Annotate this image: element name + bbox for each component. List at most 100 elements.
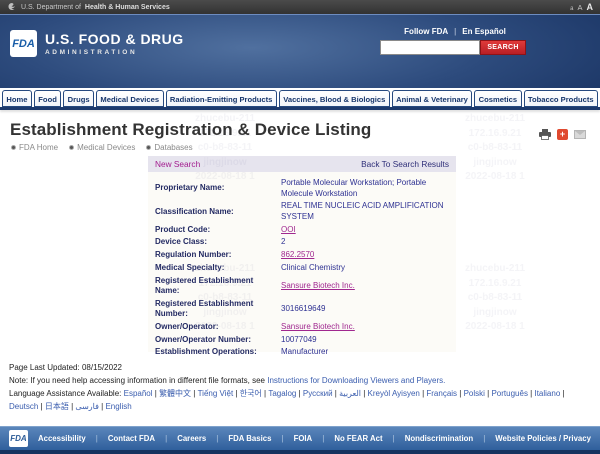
footer-link[interactable]: Website Policies / Privacy (495, 434, 591, 443)
header-search-button[interactable]: SEARCH (480, 40, 526, 55)
table-row: Classification Name:REAL TIME NUCLEIC AC… (155, 200, 449, 223)
field-value-link[interactable]: Sansure Biotech Inc. (281, 322, 355, 331)
field-label: Registered Establishment Name: (155, 274, 281, 297)
field-value: Clinical Chemistry (281, 262, 449, 275)
nav-tab-animal-veterinary[interactable]: Animal & Veterinary (392, 90, 473, 107)
page-last-updated: Page Last Updated: 08/15/2022 (9, 362, 593, 375)
language-link[interactable]: English (105, 402, 131, 411)
footer-link[interactable]: Careers (177, 434, 206, 443)
breadcrumb-label: Databases (154, 143, 192, 152)
primary-nav: HomeFoodDrugsMedical DevicesRadiation-Em… (0, 88, 600, 110)
breadcrumb-label: Medical Devices (77, 143, 135, 152)
nav-tab-vaccines-blood-biologics[interactable]: Vaccines, Blood & Biologics (279, 90, 390, 107)
nav-tab-drugs[interactable]: Drugs (63, 90, 94, 107)
footer-strip (0, 450, 600, 454)
hhs-dept-name: Health & Human Services (85, 4, 170, 11)
footer-link[interactable]: FDA Basics (228, 434, 271, 443)
language-link[interactable]: Tiếng Việt (198, 389, 234, 398)
header-search-input[interactable] (380, 40, 480, 55)
nav-tab-radiation-emitting-products[interactable]: Radiation-Emitting Products (166, 90, 277, 107)
table-row: Proprietary Name:Portable Molecular Work… (155, 177, 449, 200)
footer-fda-logo[interactable]: FDA (9, 430, 28, 447)
footer-link[interactable]: Accessibility (38, 434, 86, 443)
language-link[interactable]: Tagalog (268, 389, 296, 398)
language-link[interactable]: Kreyòl Ayisyen (368, 389, 420, 398)
field-label: Regulation Number: (155, 249, 281, 262)
language-link[interactable]: Italiano (534, 389, 560, 398)
footer-link[interactable]: No FEAR Act (334, 434, 382, 443)
language-link[interactable]: Français (426, 389, 457, 398)
table-row: Registered Establishment Number:30166196… (155, 298, 449, 321)
table-row: Medical Specialty:Clinical Chemistry (155, 262, 449, 275)
table-row: Device Class:2 (155, 236, 449, 249)
results-panel: New Search Back To Search Results Propri… (148, 156, 456, 352)
breadcrumb-label: FDA Home (19, 143, 58, 152)
language-assistance: Language Assistance Available: Español |… (9, 388, 593, 414)
email-icon[interactable] (574, 130, 586, 139)
hhs-top-bar: U.S. Department of Health & Human Servic… (0, 0, 600, 14)
text-size-large-button[interactable]: A (587, 2, 594, 12)
follow-fda-link[interactable]: Follow FDA (404, 27, 448, 36)
field-value: Sansure Biotech Inc. (281, 280, 449, 293)
language-link[interactable]: 한국어 (240, 389, 262, 398)
footer-link-separator: | (216, 434, 218, 443)
breadcrumb-bullet-icon (146, 145, 151, 150)
fda-logo[interactable]: FDA (10, 30, 37, 57)
table-row: Owner/Operator Number:10077049 (155, 333, 449, 346)
footer-link[interactable]: FOIA (294, 434, 313, 443)
nav-tab-medical-devices[interactable]: Medical Devices (96, 90, 163, 107)
breadcrumb-item[interactable]: Databases (146, 143, 192, 152)
share-icon[interactable]: + (557, 129, 568, 140)
formats-note-text: Note: If you need help accessing informa… (9, 376, 267, 385)
language-link[interactable]: 繁體中文 (159, 389, 191, 398)
breadcrumb-item[interactable]: Medical Devices (69, 143, 135, 152)
text-size-medium-button[interactable]: A (577, 3, 582, 12)
field-value: 3016619649 (281, 303, 449, 316)
table-row: Regulation Number:862.2570 (155, 249, 449, 262)
footer-link-separator: | (483, 434, 485, 443)
field-label: Product Code: (155, 223, 281, 236)
field-value: OOI (281, 223, 449, 236)
nav-tab-tobacco-products[interactable]: Tobacco Products (524, 90, 598, 107)
field-label: Classification Name: (155, 205, 281, 218)
nav-tab-home[interactable]: Home (2, 90, 32, 107)
field-value-link[interactable]: Sansure Biotech Inc. (281, 281, 355, 290)
header-divider: | (454, 27, 456, 36)
language-link[interactable]: Polski (464, 389, 485, 398)
language-link[interactable]: Português (491, 389, 527, 398)
nav-tab-food[interactable]: Food (34, 90, 61, 107)
text-size-controls: a A A (570, 2, 593, 12)
field-label: Proprietary Name: (155, 182, 281, 195)
field-label: Medical Specialty: (155, 262, 281, 275)
fda-brand[interactable]: FDA U.S. FOOD & DRUG ADMINISTRATION (10, 30, 184, 57)
text-size-small-button[interactable]: a (570, 6, 573, 12)
nav-tab-cosmetics[interactable]: Cosmetics (474, 90, 521, 107)
field-value-link[interactable]: OOI (281, 225, 296, 234)
language-link[interactable]: Русский (303, 389, 333, 398)
table-row: Registered Establishment Name:Sansure Bi… (155, 274, 449, 297)
footer-notes: Page Last Updated: 08/15/2022 Note: If y… (9, 362, 593, 414)
footer-link[interactable]: Contact FDA (108, 434, 155, 443)
field-label: Owner/Operator: (155, 321, 281, 334)
back-to-results-link[interactable]: Back To Search Results (361, 159, 449, 169)
table-row: Product Code:OOI (155, 223, 449, 236)
new-search-link[interactable]: New Search (155, 159, 200, 169)
hhs-eagle-icon (7, 2, 17, 12)
device-detail-table: Proprietary Name:Portable Molecular Work… (148, 172, 456, 359)
breadcrumb-item[interactable]: FDA Home (11, 143, 58, 152)
language-assistance-label: Language Assistance Available: (9, 389, 124, 398)
language-link[interactable]: Deutsch (9, 402, 38, 411)
field-value: Portable Molecular Workstation; Portable… (281, 177, 449, 200)
field-value-link[interactable]: 862.2570 (281, 250, 314, 259)
print-icon[interactable] (539, 129, 551, 140)
language-separator: | (560, 389, 564, 398)
viewers-players-link[interactable]: Instructions for Downloading Viewers and… (267, 376, 445, 385)
field-value: 862.2570 (281, 249, 449, 262)
language-link[interactable]: فارسی (75, 402, 99, 411)
language-link[interactable]: 日本語 (45, 402, 69, 411)
language-link[interactable]: العربية (339, 389, 361, 398)
footer-link[interactable]: Nondiscrimination (405, 434, 473, 443)
field-value: Sansure Biotech Inc. (281, 321, 449, 334)
language-link[interactable]: Español (124, 389, 153, 398)
en-espanol-link[interactable]: En Español (462, 27, 506, 36)
